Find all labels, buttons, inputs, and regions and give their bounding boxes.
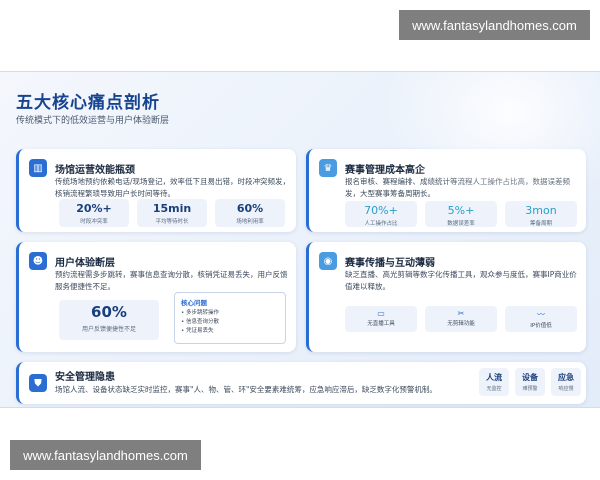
- card-title: 用户体验断层: [55, 258, 115, 269]
- broadcast-icon: ◉: [319, 252, 337, 270]
- card-desc: 传统场地预约依赖电话/现场登记，效率低下且易出错，时段冲突频发，核销流程繁琐导致…: [55, 177, 291, 198]
- watermark-bottom: www.fantasylandhomes.com: [10, 440, 201, 470]
- stat-conflict-rate: 20%+ 时段冲突率: [59, 199, 129, 227]
- stat-convenience: 60% 用户反馈便捷性不足: [59, 300, 159, 340]
- tool-no-live: ▭ 无直播工具: [345, 306, 417, 332]
- card-desc: 缺乏直播、高光剪辑等数字化传播工具，观众参与度低，赛事IP商业价值难以释放。: [345, 270, 577, 291]
- chart-icon: 〰: [537, 310, 545, 319]
- card-event-cost: ♛ 赛事管理成本高企 报名审核、赛程编排、成绩统计等流程人工操作占比高，数据误差…: [306, 149, 586, 232]
- card-title: 安全管理隐患: [55, 372, 115, 383]
- stat-manual-ratio: 70%+ 人工操作占比: [345, 201, 417, 227]
- stat-error-rate: 5%+ 数据误差率: [425, 201, 497, 227]
- card-desc: 报名审核、赛程编排、成绩统计等流程人工操作占比高，数据误差频发，大型赛事筹备周期…: [345, 177, 570, 198]
- video-icon: ▭: [377, 309, 385, 318]
- stat-prep-cycle: 3mon 筹备周期: [505, 201, 577, 227]
- slide: 五大核心痛点剖析 传统模式下的低效运营与用户体验断层 ▥ 场馆运营效能瓶颈 传统…: [0, 71, 600, 408]
- core-issue-item: • 凭证易丢失: [181, 328, 214, 334]
- scissors-icon: ✂: [457, 309, 465, 318]
- card-venue-efficiency: ▥ 场馆运营效能瓶颈 传统场地预约依赖电话/现场登记，效率低下且易出错，时段冲突…: [16, 149, 296, 232]
- core-issues-heading: 核心问题: [181, 299, 207, 307]
- trophy-icon: ♛: [319, 159, 337, 177]
- slide-title: 五大核心痛点剖析: [16, 93, 160, 113]
- core-issue-item: • 信息查询分散: [181, 319, 219, 325]
- card-desc: 场馆人流、设备状态缺乏实时监控，赛事"人、物、管、环"安全要素难统筹，应急响应滞…: [55, 385, 437, 394]
- stat-wait-time: 15min 平均等待时长: [137, 199, 207, 227]
- tool-low-ip: 〰 IP价值低: [505, 306, 577, 332]
- slide-subtitle: 传统模式下的低效运营与用户体验断层: [16, 116, 170, 126]
- card-security: ⛊ 安全管理隐患 场馆人流、设备状态缺乏实时监控，赛事"人、物、管、环"安全要素…: [16, 362, 586, 404]
- card-title: 场馆运营效能瓶颈: [55, 165, 135, 176]
- core-issues-box: 核心问题 • 多步跳转操作 • 信息查询分散 • 凭证易丢失: [174, 292, 286, 344]
- card-desc: 预约流程需多步跳转，赛事信息查询分散，核销凭证易丢失，用户反馈服务便捷性不足。: [55, 270, 288, 291]
- building-icon: ▥: [29, 159, 47, 177]
- stat-utilization: 60% 场地利用率: [215, 199, 285, 227]
- watermark-top: www.fantasylandhomes.com: [399, 10, 590, 40]
- shield-icon: ⛊: [29, 374, 47, 392]
- card-broadcast: ◉ 赛事传播与互动薄弱 缺乏直播、高光剪辑等数字化传播工具，观众参与度低，赛事I…: [306, 242, 586, 352]
- chip-crowd: 人流 无监控: [479, 368, 509, 396]
- card-title: 赛事管理成本高企: [345, 165, 425, 176]
- core-issue-item: • 多步跳转操作: [181, 310, 219, 316]
- chip-emergency: 应急 响应慢: [551, 368, 581, 396]
- tool-no-clip: ✂ 无剪辑功能: [425, 306, 497, 332]
- user-icon: ☻: [29, 252, 47, 270]
- chip-equipment: 设备 难预警: [515, 368, 545, 396]
- card-title: 赛事传播与互动薄弱: [345, 258, 435, 269]
- card-user-experience: ☻ 用户体验断层 预约流程需多步跳转，赛事信息查询分散，核销凭证易丢失，用户反馈…: [16, 242, 296, 352]
